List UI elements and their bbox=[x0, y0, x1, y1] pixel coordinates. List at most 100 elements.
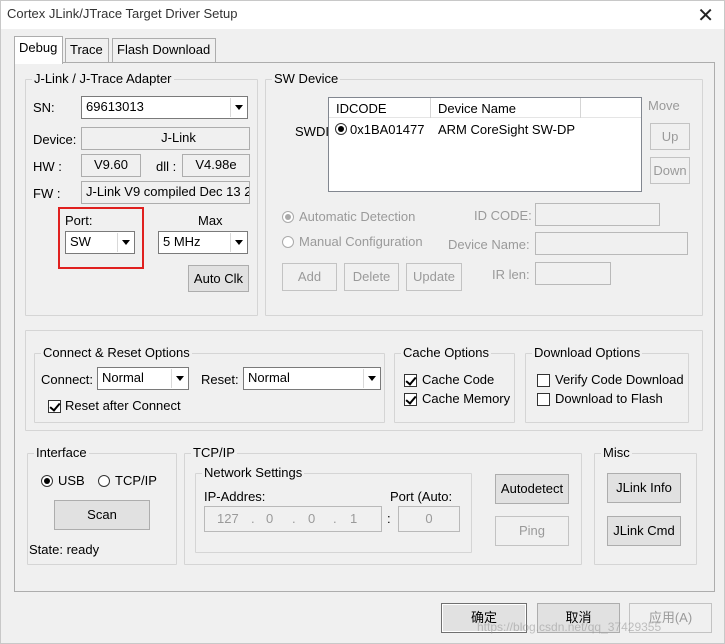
manual-configuration-label: Manual Configuration bbox=[299, 234, 423, 249]
cache-memory-checkbox[interactable] bbox=[404, 393, 417, 406]
device-name-input[interactable] bbox=[535, 232, 688, 255]
auto-clk-button[interactable]: Auto Clk bbox=[188, 265, 249, 292]
automatic-detection-radio[interactable] bbox=[282, 211, 294, 223]
adapter-group-caption: J-Link / J-Trace Adapter bbox=[32, 71, 174, 86]
connect-select[interactable]: Normal bbox=[97, 367, 189, 390]
swdi-label: SWDI bbox=[295, 124, 329, 139]
cache-options-caption: Cache Options bbox=[401, 345, 491, 360]
ir-len-label: IR len: bbox=[492, 267, 530, 282]
tcp-port-label: Port (Auto: bbox=[390, 489, 453, 504]
reset-value: Normal bbox=[248, 370, 290, 385]
ip-octet-3: 0 bbox=[308, 511, 316, 526]
chevron-down-icon[interactable] bbox=[171, 369, 187, 388]
misc-group: Misc bbox=[594, 445, 697, 565]
table-row[interactable]: 0x1BA01477 ARM CoreSight SW-DP bbox=[329, 119, 641, 139]
network-settings-caption: Network Settings bbox=[202, 465, 305, 480]
jlink-cmd-button[interactable]: JLink Cmd bbox=[607, 516, 681, 546]
sw-device-group-caption: SW Device bbox=[272, 71, 341, 86]
ip-octet-4: 1 bbox=[350, 511, 358, 526]
cache-options-group: Cache Options bbox=[394, 345, 515, 423]
row-selected-radio[interactable] bbox=[335, 123, 347, 135]
cache-code-label: Cache Code bbox=[422, 372, 495, 387]
update-button[interactable]: Update bbox=[406, 263, 462, 291]
download-to-flash-checkbox[interactable] bbox=[537, 393, 550, 406]
chevron-down-icon[interactable] bbox=[230, 233, 246, 252]
connect-value: Normal bbox=[102, 370, 144, 385]
state-text: State: ready bbox=[29, 542, 100, 557]
sn-value: 69613013 bbox=[86, 99, 144, 114]
chevron-down-icon[interactable] bbox=[230, 98, 246, 117]
column-divider bbox=[430, 98, 431, 118]
sw-device-table[interactable]: IDCODE Device Name 0x1BA01477 ARM CoreSi… bbox=[328, 97, 642, 192]
tab-debug-label: Debug bbox=[19, 40, 58, 55]
cache-memory-label: Cache Memory bbox=[422, 391, 511, 406]
fw-value: J-Link V9 compiled Dec 13 2 bbox=[81, 181, 250, 204]
tcpip-radio-label: TCP/IP bbox=[115, 473, 157, 488]
cache-code-checkbox[interactable] bbox=[404, 374, 417, 387]
highlight-annotation bbox=[58, 207, 144, 269]
tab-flash-download[interactable]: Flash Download bbox=[112, 38, 216, 62]
download-to-flash-label: Download to Flash bbox=[555, 391, 663, 406]
sn-label: SN: bbox=[33, 100, 55, 115]
move-down-button[interactable]: Down bbox=[650, 157, 690, 184]
move-label: Move bbox=[648, 98, 680, 113]
device-label: Device: bbox=[33, 132, 77, 147]
ping-button[interactable]: Ping bbox=[495, 516, 569, 546]
max-clock-value: 5 MHz bbox=[163, 234, 201, 249]
close-icon[interactable]: ✕ bbox=[697, 3, 714, 28]
ip-dot: . bbox=[292, 511, 296, 526]
ip-octet-1: 127 bbox=[217, 511, 239, 526]
fw-label: FW : bbox=[33, 186, 61, 201]
tcpip-caption: TCP/IP bbox=[191, 445, 237, 460]
reset-after-connect-label: Reset after Connect bbox=[65, 398, 181, 413]
tab-trace[interactable]: Trace bbox=[65, 38, 109, 62]
reset-label: Reset: bbox=[201, 372, 239, 387]
dialog-window: Cortex JLink/JTrace Target Driver Setup … bbox=[0, 0, 725, 644]
delete-button[interactable]: Delete bbox=[344, 263, 399, 291]
tcpip-radio[interactable] bbox=[98, 475, 110, 487]
ip-octet-2: 0 bbox=[266, 511, 274, 526]
id-code-label: ID CODE: bbox=[474, 208, 532, 223]
device-name-label: Device Name: bbox=[448, 237, 530, 252]
manual-configuration-radio[interactable] bbox=[282, 236, 294, 248]
verify-code-download-checkbox[interactable] bbox=[537, 374, 550, 387]
sn-select[interactable]: 69613013 bbox=[81, 96, 248, 119]
automatic-detection-label: Automatic Detection bbox=[299, 209, 416, 224]
scan-button[interactable]: Scan bbox=[54, 500, 150, 530]
hw-value: V9.60 bbox=[81, 154, 141, 177]
connect-label: Connect: bbox=[41, 372, 94, 387]
tab-debug[interactable]: Debug bbox=[14, 36, 63, 64]
ip-address-input[interactable]: 127 . 0 . 0 . 1 bbox=[204, 506, 382, 532]
tcp-port-input[interactable]: 0 bbox=[398, 506, 460, 532]
misc-caption: Misc bbox=[601, 445, 632, 460]
autodetect-button[interactable]: Autodetect bbox=[495, 474, 569, 504]
row-idcode: 0x1BA01477 bbox=[350, 122, 425, 137]
usb-radio[interactable] bbox=[41, 475, 53, 487]
reset-after-connect-checkbox[interactable] bbox=[48, 400, 61, 413]
title-bar: Cortex JLink/JTrace Target Driver Setup … bbox=[1, 1, 724, 29]
hw-label: HW : bbox=[33, 159, 62, 174]
ip-dot: . bbox=[251, 511, 255, 526]
watermark: https://blog.csdn.net/qq_37429355 bbox=[477, 620, 662, 634]
add-button[interactable]: Add bbox=[282, 263, 337, 291]
ir-len-input[interactable] bbox=[535, 262, 611, 285]
port-colon: : bbox=[387, 511, 391, 526]
dll-label: dll : bbox=[156, 159, 177, 174]
column-divider bbox=[580, 98, 581, 118]
chevron-down-icon[interactable] bbox=[363, 369, 379, 388]
id-code-input[interactable] bbox=[535, 203, 660, 226]
reset-select[interactable]: Normal bbox=[243, 367, 381, 390]
jlink-info-button[interactable]: JLink Info bbox=[607, 473, 681, 503]
column-header-device-name[interactable]: Device Name bbox=[438, 101, 516, 116]
download-options-caption: Download Options bbox=[532, 345, 643, 360]
max-clock-select[interactable]: 5 MHz bbox=[158, 231, 248, 254]
table-header: IDCODE Device Name bbox=[329, 98, 641, 118]
device-value: J-Link bbox=[81, 127, 250, 150]
ip-dot: . bbox=[333, 511, 337, 526]
usb-label: USB bbox=[58, 473, 85, 488]
window-title: Cortex JLink/JTrace Target Driver Setup bbox=[7, 6, 238, 21]
download-options-group: Download Options bbox=[525, 345, 689, 423]
move-up-button[interactable]: Up bbox=[650, 123, 690, 150]
connect-reset-caption: Connect & Reset Options bbox=[41, 345, 192, 360]
column-header-idcode[interactable]: IDCODE bbox=[336, 101, 387, 116]
